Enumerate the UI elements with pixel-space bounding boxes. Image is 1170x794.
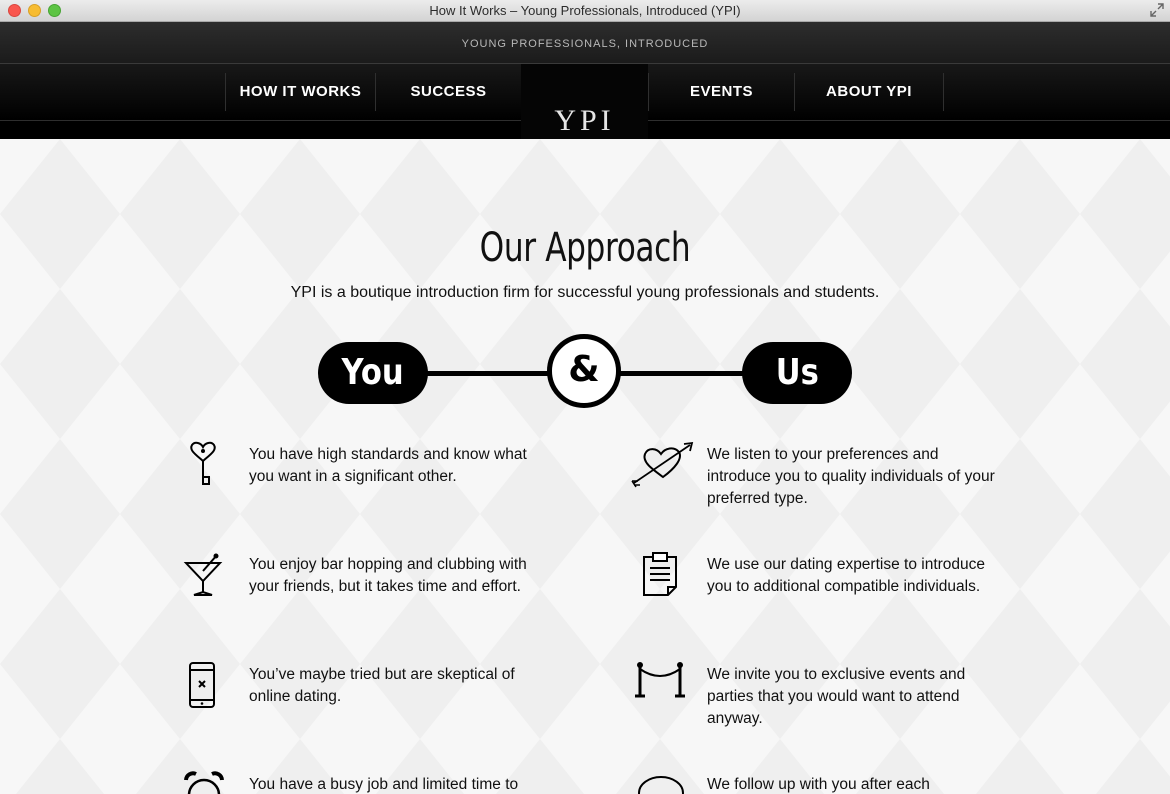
martini-glass-icon [183,553,223,596]
us-item-text: We invite you to exclusive events and pa… [707,666,966,727]
site-logo[interactable]: YPI [521,104,648,138]
window-title: How It Works – Young Professionals, Intr… [429,3,741,18]
main-content: Our Approach YPI is a boutique introduct… [0,139,1170,794]
you-and-us-graphic: You & Us [318,334,852,410]
you-item-text: You have a busy job and limited time to [249,776,519,793]
heart-arrow-icon [631,441,694,488]
us-pill: Us [742,342,852,404]
nav-events[interactable]: EVENTS [648,73,794,111]
clipboard-icon [643,552,677,596]
you-item-text: You enjoy bar hopping and clubbing with … [249,556,527,595]
nav-how-it-works[interactable]: HOW IT WORKS [225,73,375,111]
speech-bubble-icon [638,776,684,794]
site-tagline: YOUNG PROFESSIONALS, INTRODUCED [461,38,709,50]
connector-line-right [613,371,753,376]
nav-success[interactable]: SUCCESS [375,73,521,111]
velvet-rope-icon [635,662,685,698]
you-item-text: You’ve maybe tried but are skeptical of … [249,666,515,705]
fullscreen-icon[interactable] [1150,3,1164,17]
us-item-text: We listen to your preferences and introd… [707,446,995,507]
tagline-bar: YOUNG PROFESSIONALS, INTRODUCED [0,22,1170,64]
page-title: Our Approach [479,225,691,271]
phone-x-icon [189,662,215,708]
us-item-text: We use our dating expertise to introduce… [707,556,986,595]
connector-line-left [418,371,558,376]
us-item-text: We follow up with you after each [707,776,930,793]
alarm-clock-icon [184,771,224,794]
page-subtitle: YPI is a boutique introduction firm for … [290,284,880,301]
you-pill: You [318,342,428,404]
ampersand-circle: & [547,334,621,408]
heart-key-icon [190,441,216,485]
window-titlebar: How It Works – Young Professionals, Intr… [0,0,1170,22]
you-item-text: You have high standards and know what yo… [249,446,527,485]
nav-about-ypi[interactable]: ABOUT YPI [794,73,944,111]
